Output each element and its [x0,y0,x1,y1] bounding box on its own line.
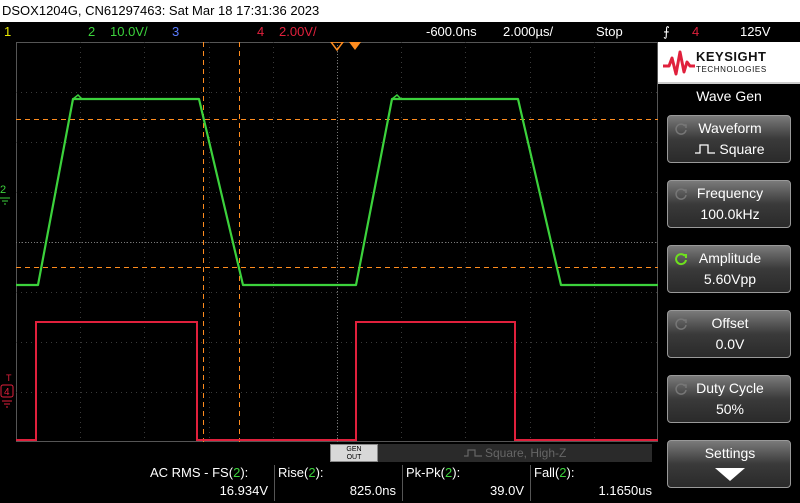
channel-4-label[interactable]: 4 [257,22,264,42]
measurement-channel: 2 [445,465,453,480]
run-state[interactable]: Stop [596,22,623,42]
settings-softkey[interactable]: Settings [667,440,791,488]
measurement-label-text: Rise [278,465,305,480]
ground-icon [0,197,10,205]
wavegen-status-text: Square, High-Z [484,446,567,460]
channel-2-ground-marker[interactable]: 2 [0,184,10,206]
logo-subtitle: TECHNOLOGIES [696,65,767,74]
settings-label: Settings [704,445,756,461]
waveform-label: Waveform [698,120,762,136]
square-wave-icon [695,144,716,154]
channel-4-marker-label: 4 [4,387,10,398]
channel-2-marker-label: 2 [0,184,7,196]
down-arrow-icon [715,468,745,481]
trigger-slope-icon: ⨍ [663,24,670,39]
amplitude-softkey[interactable]: Amplitude 5.60Vpp [667,245,791,293]
offset-value: 0.0V [715,336,745,352]
keysight-logo: KEYSIGHT TECHNOLOGIES [658,42,800,84]
time-scale[interactable]: 2.000µs/ [503,22,553,42]
measurement-value: 16.934V [219,483,268,498]
channel-4-ground-marker[interactable]: T 4 [0,372,16,412]
measurement-channel: 2 [308,465,316,480]
channel-4-marker-icon: 4 [0,384,14,408]
measurement-channel: 2 [559,465,567,480]
keysight-wave-icon [663,50,695,76]
wavegen-status-banner: Square, High-Z [378,444,652,462]
time-delay[interactable]: -600.0ns [426,22,477,42]
measurement-pk-pk[interactable]: Pk-Pk(2): 39.0V [402,463,530,503]
frequency-label: Frequency [696,185,764,201]
measurement-label: Fall(2): [534,465,575,480]
measurement-label: Pk-Pk(2): [406,465,461,480]
waveform-canvas [16,42,658,442]
frequency-softkey[interactable]: Frequency 100.0kHz [667,180,791,228]
gen-out-indicator: GEN OUT [330,444,378,462]
logo-brand: KEYSIGHT [696,49,767,64]
measurement-rise[interactable]: Rise(2): 825.0ns [274,463,402,503]
gen-out-line1: GEN [346,446,362,453]
square-wave-icon [463,449,482,457]
time-reference-marker [349,42,361,50]
measurement-label: AC RMS - FS(2): [150,465,249,480]
waveform-display[interactable] [16,42,658,442]
trigger-level[interactable]: 125V [740,22,770,42]
status-bar: 1 2 10.0V/ 3 4 2.00V/ -600.0ns 2.000µs/ … [0,22,800,42]
amplitude-label: Amplitude [698,250,762,266]
offset-label: Offset [711,315,749,331]
measurement-bar: AC RMS - FS(2): 16.934V Rise(2): 825.0ns… [0,463,658,503]
menu-title: Wave Gen [696,88,762,104]
offset-softkey[interactable]: Offset 0.0V [667,310,791,358]
measurement-label-text: Fall [534,465,555,480]
measurement-value: 39.0V [490,483,524,498]
softkey-panel: KEYSIGHT TECHNOLOGIES Wave Gen Waveform … [658,42,800,503]
duty-cycle-label: Duty Cycle [696,380,764,396]
waveform-softkey[interactable]: Waveform Square [667,115,791,163]
waveform-value: Square [668,141,792,157]
channel-4-scale[interactable]: 2.00V/ [279,22,317,42]
gen-out-line2: OUT [346,454,362,461]
trigger-source[interactable]: 4 [692,22,699,42]
frequency-value: 100.0kHz [700,206,760,222]
channel-2-scale[interactable]: 10.0V/ [110,22,148,42]
measurement-ac-rms[interactable]: AC RMS - FS(2): 16.934V [146,463,274,503]
channel-3-label[interactable]: 3 [172,22,179,42]
measurement-fall[interactable]: Fall(2): 1.1650us [530,463,658,503]
channel-marker-gutter: 2 T 4 [0,42,16,442]
window-title: DSOX1204G, CN61297463: Sat Mar 18 17:31:… [0,0,800,22]
channel-2-label[interactable]: 2 [88,22,95,42]
measurement-label-text: Pk-Pk [406,465,441,480]
measurement-value: 1.1650us [598,483,653,498]
waveform-value-text: Square [719,141,765,157]
measurement-label-text: AC RMS - FS [150,465,229,480]
channel-1-label[interactable]: 1 [4,22,11,42]
measurement-value: 825.0ns [349,483,396,498]
duty-cycle-value: 50% [715,401,745,417]
amplitude-value: 5.60Vpp [703,271,757,287]
measurement-label: Rise(2): [278,465,324,480]
measurement-channel: 2 [233,465,241,480]
duty-cycle-softkey[interactable]: Duty Cycle 50% [667,375,791,423]
